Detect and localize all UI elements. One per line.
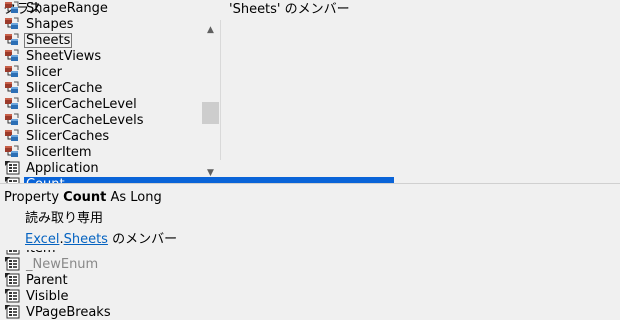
class-item-label: SheetViews bbox=[26, 48, 102, 64]
class-item[interactable]: SheetViews bbox=[0, 48, 200, 64]
class-icon bbox=[4, 128, 22, 144]
class-item-label: SlicerCaches bbox=[26, 128, 110, 144]
member-item-label: Application bbox=[26, 160, 99, 176]
members-header: 'Sheets' のメンバー bbox=[226, 0, 620, 20]
class-item[interactable]: Slicer bbox=[0, 64, 200, 80]
declaration-line: Property Count As Long bbox=[4, 188, 620, 209]
access-line: 読み取り専用 bbox=[25, 211, 104, 226]
member-name: Count bbox=[63, 190, 107, 205]
class-item[interactable]: SlicerCacheLevels bbox=[0, 112, 200, 128]
class-item[interactable]: SlicerCaches bbox=[0, 128, 200, 144]
scroll-up-arrow-icon[interactable]: ▲ bbox=[201, 21, 220, 38]
class-item[interactable]: SlicerCacheLevel bbox=[0, 96, 200, 112]
member-item[interactable]: _NewEnum bbox=[0, 256, 394, 272]
class-icon bbox=[4, 80, 22, 96]
class-list-scrollbar[interactable]: ▲ ▼ bbox=[201, 21, 220, 181]
member-item-label: Visible bbox=[26, 288, 69, 304]
declaration-suffix: As Long bbox=[106, 190, 162, 205]
class-icon bbox=[4, 112, 22, 128]
class-item-label: Sheets bbox=[24, 32, 73, 48]
class-item-label: SlicerCacheLevel bbox=[26, 96, 137, 112]
class-item[interactable]: SlicerItem bbox=[0, 144, 200, 160]
member-item[interactable]: Application bbox=[0, 160, 394, 176]
member-of-line: Excel.Sheets のメンバー bbox=[4, 230, 620, 251]
property-icon bbox=[4, 272, 22, 288]
member-item-label: VPageBreaks bbox=[26, 304, 111, 320]
member-item[interactable]: VPageBreaks bbox=[0, 304, 394, 320]
property-icon bbox=[4, 256, 22, 272]
pane-splitter[interactable] bbox=[221, 0, 225, 184]
property-icon bbox=[4, 288, 22, 304]
class-item-label: ShapeRange bbox=[26, 0, 108, 16]
property-icon bbox=[4, 160, 22, 176]
declaration-prefix: Property bbox=[4, 190, 64, 205]
class-item-label: Shapes bbox=[26, 16, 74, 32]
property-icon bbox=[4, 304, 22, 320]
class-icon bbox=[4, 32, 22, 48]
class-item[interactable]: Shapes bbox=[0, 16, 200, 32]
class-item-label: SlicerCache bbox=[26, 80, 103, 96]
class-icon bbox=[4, 96, 22, 112]
scroll-thumb[interactable] bbox=[202, 102, 219, 125]
class-icon bbox=[4, 48, 22, 64]
details-pane: Property Count As Long 読み取り専用 Excel.Shee… bbox=[0, 183, 620, 250]
member-item-label: Parent bbox=[26, 272, 68, 288]
class-link[interactable]: Sheets bbox=[64, 232, 108, 247]
class-item[interactable]: ShapeRange bbox=[0, 0, 200, 16]
class-icon bbox=[4, 144, 22, 160]
class-icon bbox=[4, 64, 22, 80]
member-item[interactable]: Parent bbox=[0, 272, 394, 288]
class-item-label: SlicerCacheLevels bbox=[26, 112, 144, 128]
member-item-label: _NewEnum bbox=[26, 256, 99, 272]
class-icon bbox=[4, 0, 22, 16]
member-of-suffix: のメンバー bbox=[107, 232, 178, 247]
member-item[interactable]: Visible bbox=[0, 288, 394, 304]
class-list[interactable]: ShapeRange Shapes Sheets SheetViews Slicer Sl… bbox=[0, 0, 221, 160]
class-icon bbox=[4, 16, 22, 32]
library-link[interactable]: Excel bbox=[25, 232, 59, 247]
class-item[interactable]: SlicerCache bbox=[0, 80, 200, 96]
class-item-label: SlicerItem bbox=[26, 144, 92, 160]
class-item-label: Slicer bbox=[26, 64, 62, 80]
class-item[interactable]: Sheets bbox=[0, 32, 200, 48]
